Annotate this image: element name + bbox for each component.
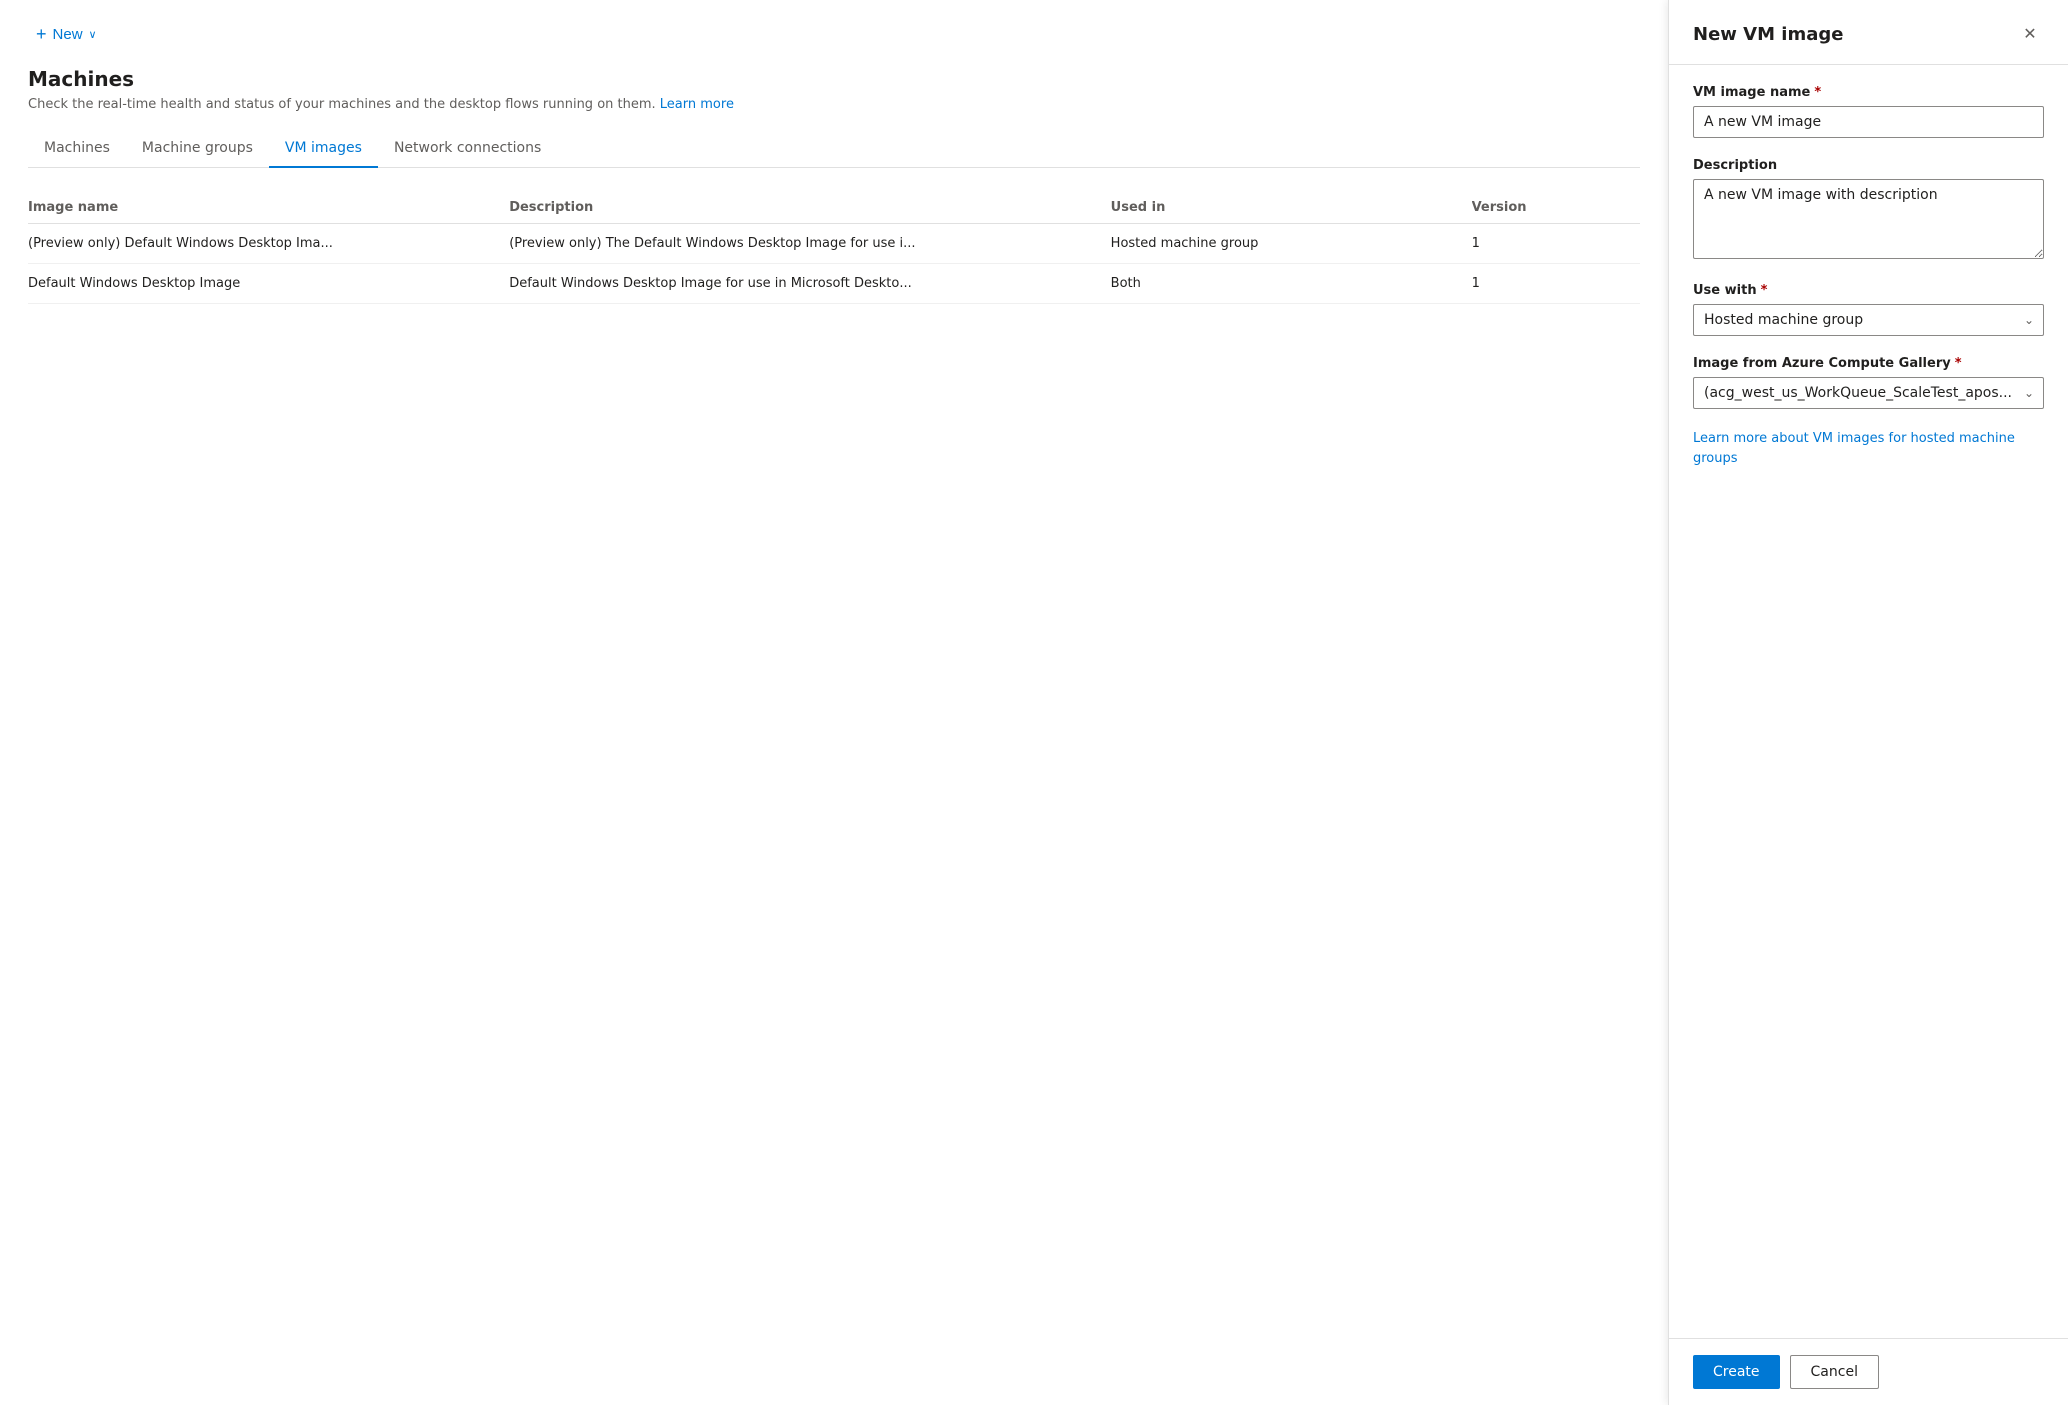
- cell-used-in-0: Hosted machine group: [1111, 236, 1472, 251]
- page-subtitle: Check the real-time health and status of…: [28, 97, 1640, 112]
- page-title: Machines: [28, 67, 1640, 91]
- azure-gallery-label: Image from Azure Compute Gallery *: [1693, 356, 2044, 371]
- table-row[interactable]: Default Windows Desktop Image Default Wi…: [28, 264, 1640, 304]
- table: Image name Description Used in Version (…: [28, 192, 1640, 304]
- col-header-image-name: Image name: [28, 200, 509, 215]
- toolbar: + New ∨: [28, 20, 1640, 49]
- tab-network-connections[interactable]: Network connections: [378, 130, 557, 168]
- vm-image-name-label: VM image name *: [1693, 85, 2044, 100]
- required-star: *: [1814, 85, 1821, 100]
- close-button[interactable]: ✕: [2016, 20, 2044, 48]
- col-header-description: Description: [509, 200, 1110, 215]
- cell-version-1: 1: [1472, 276, 1640, 291]
- cell-used-in-1: Both: [1111, 276, 1472, 291]
- panel-footer: Create Cancel: [1669, 1338, 2068, 1405]
- azure-gallery-select-wrapper: (acg_west_us_WorkQueue_ScaleTest_apos...…: [1693, 377, 2044, 409]
- plus-icon: +: [36, 24, 47, 45]
- table-row[interactable]: (Preview only) Default Windows Desktop I…: [28, 224, 1640, 264]
- use-with-select[interactable]: Hosted machine group Both: [1693, 304, 2044, 336]
- required-star-use-with: *: [1761, 283, 1768, 298]
- cell-version-0: 1: [1472, 236, 1640, 251]
- tab-machine-groups[interactable]: Machine groups: [126, 130, 269, 168]
- col-header-version: Version: [1472, 200, 1640, 215]
- description-textarea[interactable]: A new VM image with description: [1693, 179, 2044, 259]
- use-with-label: Use with *: [1693, 283, 2044, 298]
- page-subtitle-text: Check the real-time health and status of…: [28, 97, 656, 112]
- table-header: Image name Description Used in Version: [28, 192, 1640, 224]
- panel-body: VM image name * Description A new VM ima…: [1669, 65, 2068, 1338]
- page-header: Machines Check the real-time health and …: [28, 67, 1640, 112]
- use-with-field: Use with * Hosted machine group Both ⌄: [1693, 283, 2044, 336]
- tabs: Machines Machine groups VM images Networ…: [28, 130, 1640, 168]
- chevron-down-icon: ∨: [89, 28, 97, 41]
- create-button[interactable]: Create: [1693, 1355, 1780, 1389]
- cancel-button[interactable]: Cancel: [1790, 1355, 1879, 1389]
- tab-vm-images[interactable]: VM images: [269, 130, 378, 168]
- learn-more-link[interactable]: Learn more: [660, 97, 734, 112]
- cell-description-1: Default Windows Desktop Image for use in…: [509, 276, 1110, 291]
- vm-image-name-input[interactable]: [1693, 106, 2044, 138]
- cell-image-name-0: (Preview only) Default Windows Desktop I…: [28, 236, 509, 251]
- side-panel: New VM image ✕ VM image name * Descripti…: [1668, 0, 2068, 1405]
- use-with-select-wrapper: Hosted machine group Both ⌄: [1693, 304, 2044, 336]
- description-field: Description A new VM image with descript…: [1693, 158, 2044, 263]
- required-star-azure: *: [1955, 356, 1962, 371]
- panel-header: New VM image ✕: [1669, 0, 2068, 65]
- vm-image-name-field: VM image name *: [1693, 85, 2044, 138]
- panel-title: New VM image: [1693, 24, 1843, 45]
- azure-gallery-select[interactable]: (acg_west_us_WorkQueue_ScaleTest_apos...: [1693, 377, 2044, 409]
- cell-description-0: (Preview only) The Default Windows Deskt…: [509, 236, 1110, 251]
- new-button[interactable]: + New ∨: [28, 20, 105, 49]
- learn-more-vm-images-link[interactable]: Learn more about VM images for hosted ma…: [1693, 429, 2044, 468]
- azure-gallery-field: Image from Azure Compute Gallery * (acg_…: [1693, 356, 2044, 409]
- cell-image-name-1: Default Windows Desktop Image: [28, 276, 509, 291]
- new-label: New: [53, 26, 83, 43]
- tab-machines[interactable]: Machines: [28, 130, 126, 168]
- col-header-used-in: Used in: [1111, 200, 1472, 215]
- main-area: + New ∨ Machines Check the real-time hea…: [0, 0, 1668, 1405]
- description-label: Description: [1693, 158, 2044, 173]
